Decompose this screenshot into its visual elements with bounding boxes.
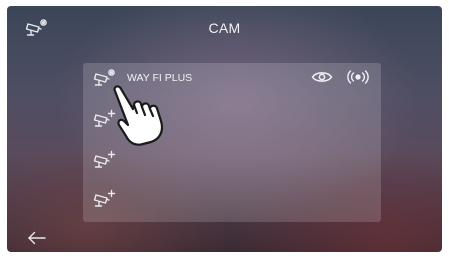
eye-icon[interactable] — [311, 70, 333, 84]
device-frame: CAM WAY FI PLUS — [0, 0, 449, 257]
camera-add-icon[interactable] — [93, 150, 117, 170]
page-title: CAM — [208, 20, 241, 36]
live-broadcast-icon[interactable] — [347, 70, 369, 84]
cam-screen: CAM WAY FI PLUS — [7, 6, 442, 252]
back-arrow-icon[interactable] — [27, 231, 47, 245]
camera-add-icon[interactable] — [93, 189, 117, 209]
camera-row-3[interactable] — [83, 145, 381, 181]
camera-row-4[interactable] — [83, 184, 381, 220]
hand-pointer-icon — [113, 85, 164, 146]
